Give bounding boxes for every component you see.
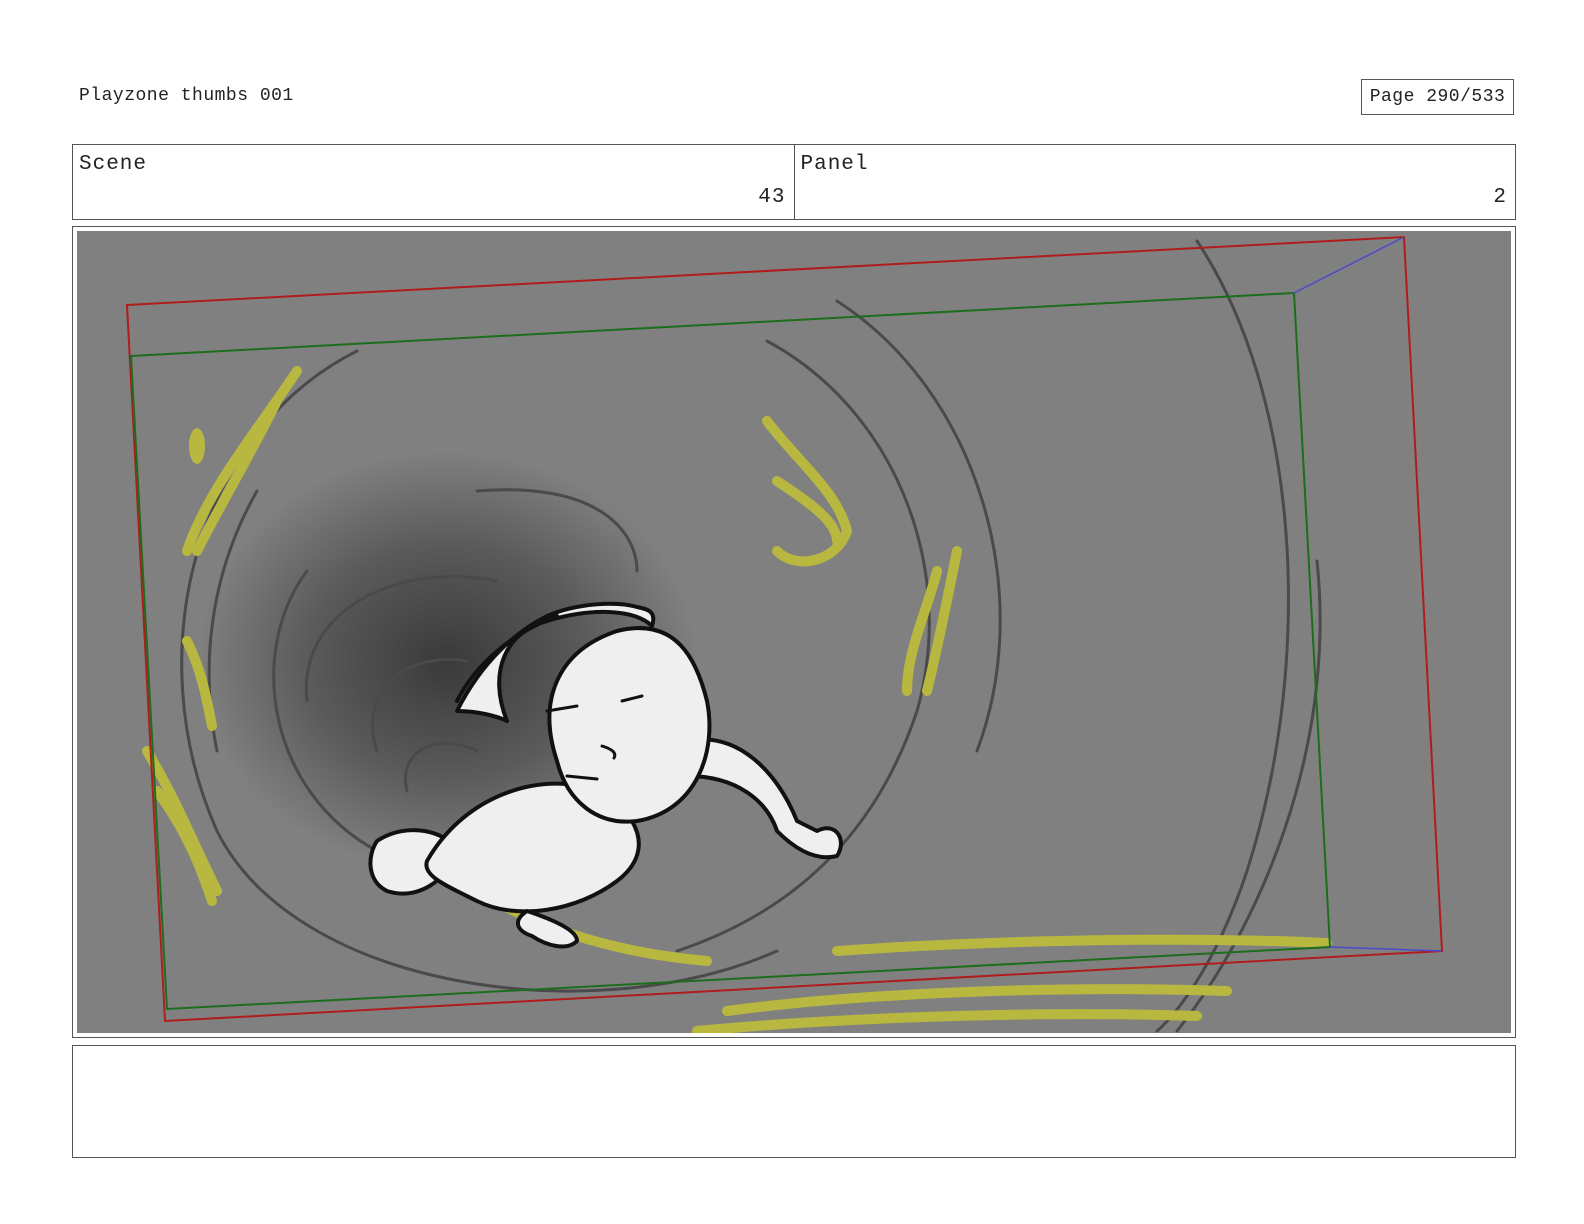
- document-title: Playzone thumbs 001: [79, 86, 294, 106]
- scene-cell: Scene 43: [73, 145, 794, 219]
- scene-label: Scene: [79, 153, 148, 176]
- panel-number: 2: [1493, 186, 1507, 209]
- panel-cell: Panel 2: [793, 145, 1516, 219]
- storyboard-sketch-image: [77, 231, 1511, 1033]
- header-table: Scene 43 Panel 2: [72, 144, 1516, 220]
- notes-box: [72, 1045, 1516, 1158]
- panel-label: Panel: [800, 153, 869, 176]
- scene-number: 43: [758, 186, 786, 209]
- storyboard-panel: [72, 226, 1516, 1038]
- page-number: Page 290/533: [1361, 79, 1514, 115]
